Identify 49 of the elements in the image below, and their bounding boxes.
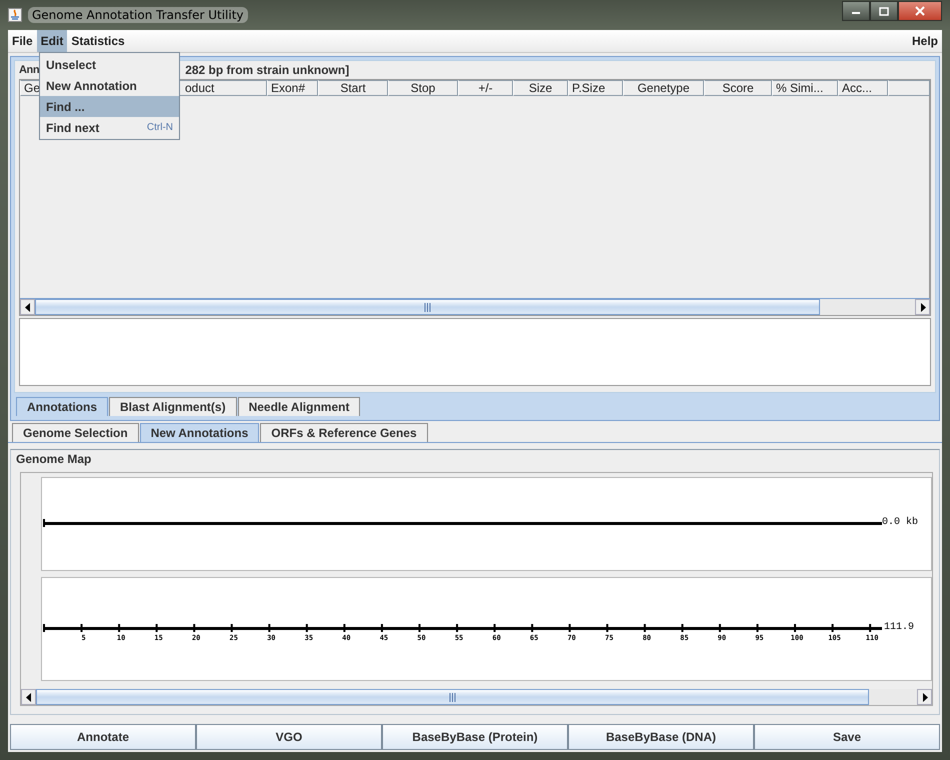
action-button[interactable]: BaseByBase (Protein) <box>382 724 568 750</box>
ruler-end-label: 111.9 <box>884 622 914 633</box>
close-icon <box>915 6 925 16</box>
right-arrow-icon[interactable] <box>920 302 926 312</box>
menu-item[interactable]: Find next Ctrl-N <box>40 117 179 138</box>
menu-item[interactable]: File <box>8 30 37 52</box>
menu-item[interactable]: Statistics <box>67 30 129 52</box>
minimize-button[interactable] <box>842 1 870 21</box>
maximize-icon <box>879 6 889 16</box>
column-header[interactable]: Size <box>513 80 568 96</box>
tab[interactable]: Blast Alignment(s) <box>109 397 237 416</box>
close-button[interactable] <box>898 1 942 21</box>
column-header[interactable]: Genetype <box>623 80 704 96</box>
menu-item[interactable]: Find ... <box>40 96 179 117</box>
action-button[interactable]: BaseByBase (DNA) <box>568 724 754 750</box>
java-icon <box>8 8 22 22</box>
column-header[interactable]: Stop <box>388 80 458 96</box>
column-header[interactable]: Score <box>704 80 772 96</box>
column-header[interactable]: % Simi... <box>772 80 838 96</box>
grip-icon <box>424 302 431 312</box>
column-header[interactable]: Start <box>318 80 388 96</box>
track-length-label: 0.0 kb <box>882 517 918 528</box>
tab[interactable]: Needle Alignment <box>238 397 360 416</box>
action-button[interactable]: Save <box>754 724 940 750</box>
right-arrow-icon[interactable] <box>922 692 928 702</box>
text-area[interactable] <box>19 318 931 386</box>
menu-item[interactable]: Help <box>908 30 942 52</box>
panel-title: Ann <box>19 64 40 76</box>
panel-title: Genome Map <box>16 452 92 466</box>
tab[interactable]: New Annotations <box>140 423 260 442</box>
action-button[interactable]: Annotate <box>10 724 196 750</box>
menu-item[interactable]: Unselect <box>40 54 179 75</box>
grip-icon <box>449 692 456 702</box>
maximize-button[interactable] <box>870 1 898 21</box>
column-header[interactable]: +/- <box>458 80 513 96</box>
horizontal-scrollbar[interactable] <box>20 298 930 315</box>
column-header[interactable]: Exon# <box>267 80 318 96</box>
column-header[interactable]: P.Size <box>568 80 623 96</box>
action-button[interactable]: VGO <box>196 724 382 750</box>
window-title: Genome Annotation Transfer Utility <box>28 7 248 23</box>
tab[interactable]: ORFs & Reference Genes <box>260 423 428 442</box>
left-arrow-icon[interactable] <box>24 302 30 312</box>
panel-title: 282 bp from strain unknown] <box>185 63 350 77</box>
tab[interactable]: Genome Selection <box>12 423 139 442</box>
left-arrow-icon[interactable] <box>26 692 32 702</box>
column-header[interactable]: Acc... <box>838 80 888 96</box>
scrollbar-thumb[interactable] <box>35 299 820 315</box>
menu-item[interactable]: Edit <box>36 30 68 52</box>
tab[interactable]: Annotations <box>16 397 108 416</box>
